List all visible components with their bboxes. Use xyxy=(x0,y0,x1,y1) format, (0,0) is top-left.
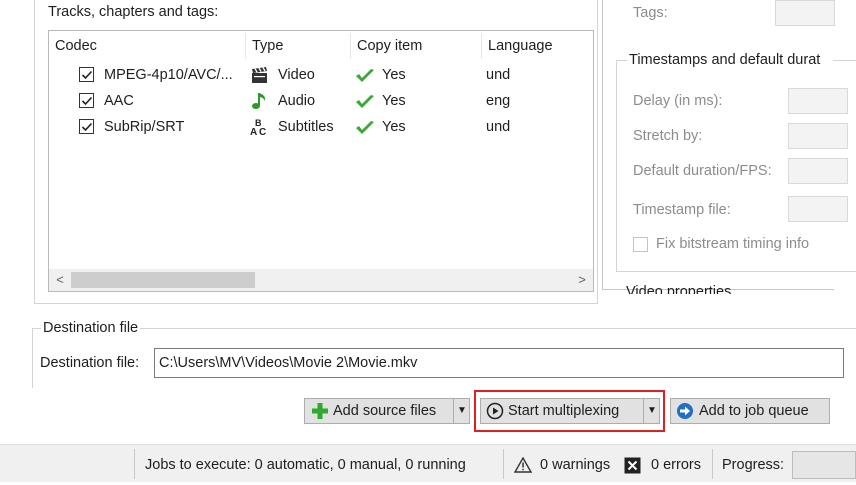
music-note-icon xyxy=(251,91,269,111)
play-circle-icon xyxy=(486,402,504,420)
scroll-right-arrow[interactable]: > xyxy=(571,269,593,291)
check-mark-icon xyxy=(355,119,375,135)
language-cell: und xyxy=(486,67,511,83)
destination-file-input[interactable]: C:\Users\MV\Videos\Movie 2\Movie.mkv xyxy=(154,348,844,378)
track-checkbox[interactable] xyxy=(79,119,94,134)
table-row[interactable]: AAC Audio Yes eng xyxy=(49,88,593,114)
scrollbar-thumb[interactable] xyxy=(71,272,255,288)
copy-item-cell: Yes xyxy=(382,93,406,109)
add-to-job-queue-label: Add to job queue xyxy=(699,403,809,419)
stretch-input[interactable] xyxy=(788,123,848,149)
scroll-left-arrow[interactable]: < xyxy=(49,269,71,291)
add-source-files-label: Add source files xyxy=(333,403,437,419)
delay-label: Delay (in ms): xyxy=(633,93,723,109)
check-mark-icon xyxy=(355,67,375,83)
properties-panel: Tags: Timestamps and default durat Delay… xyxy=(600,0,856,300)
jobs-to-execute-status: Jobs to execute: 0 automatic, 0 manual, … xyxy=(145,457,466,473)
tags-field[interactable] xyxy=(775,0,835,26)
tracks-panel: Tracks, chapters and tags: Codec Type Co… xyxy=(0,0,600,310)
copy-item-cell: Yes xyxy=(382,119,406,135)
warning-triangle-icon xyxy=(513,456,533,473)
tags-label: Tags: xyxy=(633,5,668,21)
codec-cell: MPEG-4p10/AVC/... xyxy=(104,67,233,83)
video-properties-group: Video properties xyxy=(626,282,856,294)
timestamp-file-input[interactable] xyxy=(788,196,848,222)
timestamp-file-label: Timestamp file: xyxy=(633,202,731,218)
tracks-list[interactable]: Codec Type Copy item Language MPEG-4p10/… xyxy=(48,30,594,292)
stretch-label: Stretch by: xyxy=(633,128,703,144)
svg-text:A: A xyxy=(250,127,257,137)
default-duration-input[interactable] xyxy=(788,158,848,184)
type-cell: Audio xyxy=(278,93,316,109)
status-divider xyxy=(134,449,135,479)
errors-count: 0 errors xyxy=(651,457,701,473)
language-cell: und xyxy=(486,119,511,135)
progress-bar xyxy=(792,451,856,479)
start-multiplexing-button[interactable]: Start multiplexing ▼ xyxy=(480,398,660,424)
error-x-icon xyxy=(624,457,641,474)
fix-bitstream-label: Fix bitstream timing info xyxy=(656,236,810,252)
warnings-count: 0 warnings xyxy=(540,457,611,473)
column-header-type[interactable]: Type xyxy=(246,31,350,61)
table-row[interactable]: SubRip/SRT BAC Subtitles Yes und xyxy=(49,114,593,140)
start-multiplexing-label: Start multiplexing xyxy=(508,403,620,419)
status-bar: Jobs to execute: 0 automatic, 0 manual, … xyxy=(0,444,856,482)
destination-group-title: Destination file xyxy=(41,320,141,336)
progress-label: Progress: xyxy=(722,457,785,473)
tracks-section-title: Tracks, chapters and tags: xyxy=(46,4,221,20)
track-checkbox[interactable] xyxy=(79,93,94,108)
add-source-files-button[interactable]: Add source files ▼ xyxy=(304,398,470,424)
destination-file-label: Destination file: xyxy=(40,355,140,371)
copy-item-cell: Yes xyxy=(382,67,406,83)
column-header-codec[interactable]: Codec xyxy=(49,31,245,61)
language-cell: eng xyxy=(486,93,511,109)
column-header-copy-item[interactable]: Copy item xyxy=(351,31,481,61)
default-duration-label: Default duration/FPS: xyxy=(633,163,772,179)
video-properties-title: Video properties xyxy=(626,284,732,294)
fix-bitstream-checkbox[interactable] xyxy=(633,237,648,252)
job-queue-arrow-icon xyxy=(675,402,695,420)
timestamps-group-title: Timestamps and default durat xyxy=(627,52,833,68)
table-row[interactable]: MPEG-4p10/AVC/... Video Yes und xyxy=(49,62,593,88)
horizontal-scrollbar[interactable]: < > xyxy=(49,269,593,291)
codec-cell: AAC xyxy=(104,93,134,109)
add-to-job-queue-button[interactable]: Add to job queue xyxy=(670,398,830,424)
chevron-down-icon[interactable]: ▼ xyxy=(454,399,470,423)
type-cell: Subtitles xyxy=(278,119,334,135)
film-clapper-icon xyxy=(251,67,268,83)
column-header-language[interactable]: Language xyxy=(482,31,592,61)
status-divider xyxy=(712,449,713,479)
chevron-down-icon[interactable]: ▼ xyxy=(644,399,660,423)
svg-text:C: C xyxy=(259,127,266,137)
subtitles-abc-icon: BAC xyxy=(250,117,270,138)
check-mark-icon xyxy=(355,93,375,109)
status-divider xyxy=(503,449,504,479)
track-checkbox[interactable] xyxy=(79,67,94,82)
plus-icon xyxy=(311,402,329,420)
codec-cell: SubRip/SRT xyxy=(104,119,185,135)
delay-input[interactable] xyxy=(788,88,848,114)
type-cell: Video xyxy=(278,67,315,83)
